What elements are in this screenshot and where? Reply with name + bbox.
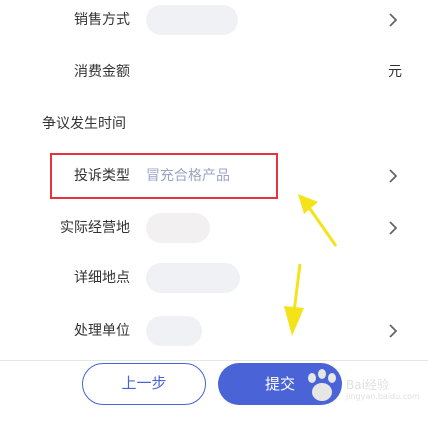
watermark-subtext: jingyan.baidu.com [346, 392, 420, 401]
chevron-right-icon [386, 203, 400, 253]
yellow-arrow-annotation [284, 263, 304, 336]
dispute-time-label: 争议发生时间 [42, 116, 126, 132]
highlight-box [50, 153, 278, 199]
chevron-right-icon [386, 306, 400, 356]
handling-unit-row[interactable]: 处理单位 [0, 306, 428, 356]
business-location-row[interactable]: 实际经营地 [0, 203, 428, 253]
paw-logo-icon [308, 369, 336, 401]
amount-label: 消费金额 [74, 64, 130, 80]
detailed-address-label: 详细地点 [74, 270, 130, 286]
business-location-value-redacted [146, 213, 210, 243]
amount-row[interactable]: 消费金额 元 [0, 47, 428, 97]
business-location-label: 实际经营地 [60, 220, 130, 236]
complaint-form: 销售方式 消费金额 元 争议发生时间 投诉类型 冒充合格产品 实际经营地 详细地… [0, 0, 428, 360]
currency-unit: 元 [388, 64, 402, 80]
chevron-right-icon [386, 0, 400, 45]
yellow-arrow-annotation [298, 194, 338, 247]
dispute-time-row[interactable]: 争议发生时间 [0, 99, 428, 149]
detailed-address-row[interactable]: 详细地点 [0, 253, 428, 303]
previous-step-button[interactable]: 上一步 [82, 363, 206, 405]
sales-method-value-redacted [146, 5, 238, 35]
chevron-right-icon [386, 151, 400, 201]
handling-unit-label: 处理单位 [74, 323, 130, 339]
detailed-address-value-redacted [146, 263, 240, 293]
sales-method-label: 销售方式 [74, 12, 130, 28]
watermark: Bai经验 jingyan.baidu.com [300, 366, 420, 406]
sales-method-row[interactable]: 销售方式 [0, 0, 428, 45]
handling-unit-value-redacted [146, 316, 202, 346]
watermark-text: Bai经验 [346, 378, 389, 392]
